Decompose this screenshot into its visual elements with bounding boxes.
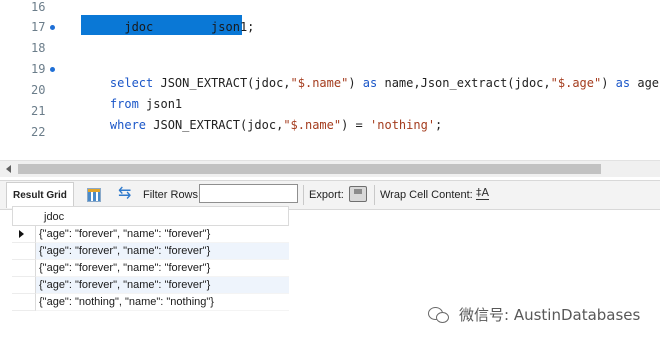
filter-rows-input[interactable] — [199, 184, 298, 203]
row-header[interactable] — [12, 294, 36, 311]
line-number: 21 — [31, 104, 46, 118]
string-token: 'nothing' — [370, 118, 436, 132]
watermark: 微信号: AustinDatabases — [428, 303, 640, 325]
toolbar-divider — [303, 185, 304, 205]
table-cell[interactable]: {"age": "forever", "name": "forever"} — [36, 243, 289, 260]
line-number: 16 — [31, 0, 46, 14]
grid-view-icon[interactable] — [87, 188, 101, 202]
table-cell[interactable]: {"age": "forever", "name": "forever"} — [36, 260, 289, 277]
table-cell[interactable]: {"age": "forever", "name": "forever"} — [36, 277, 289, 294]
sql-editor[interactable]: 16 17 18 19 20 21 22 jdoc json1; select … — [0, 0, 660, 158]
export-icon[interactable] — [349, 186, 367, 202]
code-token: ) = — [341, 118, 371, 132]
wechat-icon — [428, 306, 450, 323]
line-number: 20 — [31, 83, 46, 97]
keyword-as: as — [615, 76, 638, 90]
row-header[interactable] — [12, 277, 36, 294]
toolbar-divider — [374, 185, 375, 205]
code-line-21: where JSON_EXTRACT(jdoc,"$.name") = 'not… — [81, 104, 442, 146]
code-line-17: jdoc json1; — [81, 20, 255, 34]
wrap-cell-content-label: Wrap Cell Content: — [380, 189, 473, 201]
scrollbar-thumb[interactable] — [18, 164, 601, 174]
tab-result-grid[interactable]: Result Grid — [6, 182, 74, 208]
row-header[interactable] — [12, 226, 36, 243]
column-header-jdoc[interactable]: jdoc — [44, 211, 64, 223]
table-cell[interactable]: {"age": "nothing", "name": "nothing"} — [36, 294, 289, 311]
export-label: Export: — [309, 189, 344, 201]
code-token: ; — [435, 118, 443, 132]
keyword-where: where — [109, 118, 154, 132]
string-token: "$.name" — [290, 76, 349, 90]
line-number-gutter: 16 17 18 19 20 21 22 — [0, 0, 68, 158]
code-token: JSON_EXTRACT(jdoc, — [153, 118, 284, 132]
row-header[interactable] — [12, 260, 36, 277]
scroll-left-arrow-icon[interactable] — [6, 165, 11, 173]
line-number: 19 — [31, 62, 46, 76]
filter-rows-label: Filter Rows: — [143, 189, 202, 201]
line-number: 22 — [31, 125, 46, 139]
row-header[interactable] — [12, 243, 36, 260]
code-token: name,Json_extract(jdoc, — [384, 76, 551, 90]
current-row-arrow-icon — [19, 230, 24, 238]
watermark-text: 微信号: AustinDatabases — [459, 305, 641, 324]
grid-header: jdoc — [12, 206, 289, 226]
code-token: age — [637, 76, 660, 90]
statement-marker-icon[interactable] — [50, 67, 55, 72]
line-number: 17 — [31, 20, 46, 34]
wrap-cell-content-icon[interactable]: ‡A — [476, 187, 490, 200]
horizontal-scrollbar[interactable] — [0, 160, 660, 177]
code-token: ) — [348, 76, 363, 90]
refresh-icon[interactable]: ⇆ — [118, 185, 131, 203]
keyword-as: as — [362, 76, 385, 90]
code-token: ) — [601, 76, 616, 90]
table-cell[interactable]: {"age": "forever", "name": "forever"} — [36, 226, 289, 243]
statement-marker-icon[interactable] — [50, 25, 55, 30]
line-number: 18 — [31, 41, 46, 55]
string-token: "$.name" — [283, 118, 342, 132]
string-token: "$.age" — [550, 76, 602, 90]
